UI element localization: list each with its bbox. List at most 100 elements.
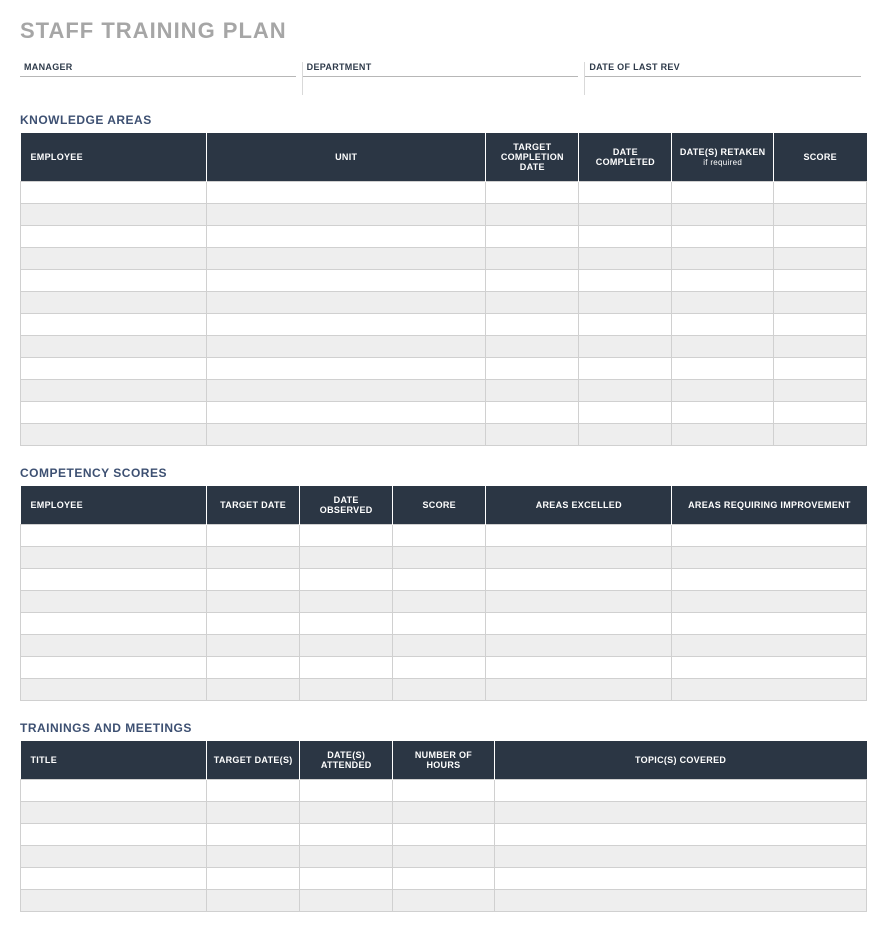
competency-cell-target_date[interactable] — [207, 591, 300, 613]
knowledge-cell-score[interactable] — [773, 336, 866, 358]
competency-cell-excelled[interactable] — [486, 525, 672, 547]
competency-cell-date_observed[interactable] — [300, 635, 393, 657]
knowledge-cell-score[interactable] — [773, 314, 866, 336]
knowledge-cell-score[interactable] — [773, 358, 866, 380]
competency-cell-excelled[interactable] — [486, 679, 672, 701]
knowledge-cell-retaken[interactable] — [672, 380, 774, 402]
meta-department-value[interactable] — [303, 77, 579, 93]
knowledge-cell-score[interactable] — [773, 292, 866, 314]
knowledge-cell-employee[interactable] — [21, 380, 207, 402]
knowledge-cell-completed[interactable] — [579, 380, 672, 402]
competency-cell-excelled[interactable] — [486, 657, 672, 679]
knowledge-cell-retaken[interactable] — [672, 358, 774, 380]
competency-cell-improvement[interactable] — [672, 613, 867, 635]
competency-cell-improvement[interactable] — [672, 547, 867, 569]
competency-cell-improvement[interactable] — [672, 679, 867, 701]
competency-cell-improvement[interactable] — [672, 657, 867, 679]
knowledge-cell-target[interactable] — [486, 182, 579, 204]
competency-cell-employee[interactable] — [21, 547, 207, 569]
knowledge-cell-score[interactable] — [773, 248, 866, 270]
knowledge-cell-retaken[interactable] — [672, 182, 774, 204]
trainings-cell-dates_attended[interactable] — [300, 890, 393, 912]
knowledge-cell-retaken[interactable] — [672, 402, 774, 424]
knowledge-cell-employee[interactable] — [21, 270, 207, 292]
competency-cell-target_date[interactable] — [207, 679, 300, 701]
trainings-cell-target_dates[interactable] — [207, 890, 300, 912]
knowledge-cell-unit[interactable] — [207, 402, 486, 424]
trainings-cell-target_dates[interactable] — [207, 824, 300, 846]
competency-cell-score[interactable] — [393, 679, 486, 701]
trainings-cell-dates_attended[interactable] — [300, 846, 393, 868]
knowledge-cell-completed[interactable] — [579, 248, 672, 270]
knowledge-cell-unit[interactable] — [207, 380, 486, 402]
knowledge-cell-score[interactable] — [773, 226, 866, 248]
trainings-cell-dates_attended[interactable] — [300, 868, 393, 890]
knowledge-cell-target[interactable] — [486, 226, 579, 248]
competency-cell-target_date[interactable] — [207, 569, 300, 591]
knowledge-cell-unit[interactable] — [207, 204, 486, 226]
knowledge-cell-retaken[interactable] — [672, 336, 774, 358]
trainings-cell-target_dates[interactable] — [207, 868, 300, 890]
knowledge-cell-unit[interactable] — [207, 336, 486, 358]
competency-cell-score[interactable] — [393, 635, 486, 657]
trainings-cell-hours[interactable] — [393, 890, 495, 912]
knowledge-cell-target[interactable] — [486, 424, 579, 446]
trainings-cell-topics[interactable] — [494, 802, 866, 824]
trainings-cell-title[interactable] — [21, 780, 207, 802]
knowledge-cell-score[interactable] — [773, 270, 866, 292]
trainings-cell-title[interactable] — [21, 846, 207, 868]
competency-cell-target_date[interactable] — [207, 657, 300, 679]
knowledge-cell-score[interactable] — [773, 424, 866, 446]
knowledge-cell-completed[interactable] — [579, 314, 672, 336]
trainings-cell-title[interactable] — [21, 868, 207, 890]
knowledge-cell-target[interactable] — [486, 248, 579, 270]
trainings-cell-hours[interactable] — [393, 824, 495, 846]
competency-cell-employee[interactable] — [21, 569, 207, 591]
competency-cell-improvement[interactable] — [672, 569, 867, 591]
knowledge-cell-employee[interactable] — [21, 248, 207, 270]
competency-cell-employee[interactable] — [21, 591, 207, 613]
knowledge-cell-employee[interactable] — [21, 314, 207, 336]
knowledge-cell-retaken[interactable] — [672, 270, 774, 292]
trainings-cell-target_dates[interactable] — [207, 780, 300, 802]
trainings-cell-target_dates[interactable] — [207, 846, 300, 868]
knowledge-cell-target[interactable] — [486, 380, 579, 402]
competency-cell-target_date[interactable] — [207, 547, 300, 569]
competency-cell-employee[interactable] — [21, 525, 207, 547]
knowledge-cell-completed[interactable] — [579, 204, 672, 226]
competency-cell-employee[interactable] — [21, 657, 207, 679]
competency-cell-target_date[interactable] — [207, 635, 300, 657]
competency-cell-score[interactable] — [393, 591, 486, 613]
knowledge-cell-unit[interactable] — [207, 270, 486, 292]
meta-dolr-value[interactable] — [585, 77, 861, 93]
competency-cell-score[interactable] — [393, 525, 486, 547]
knowledge-cell-unit[interactable] — [207, 358, 486, 380]
trainings-cell-topics[interactable] — [494, 824, 866, 846]
competency-cell-date_observed[interactable] — [300, 613, 393, 635]
knowledge-cell-retaken[interactable] — [672, 314, 774, 336]
knowledge-cell-target[interactable] — [486, 292, 579, 314]
trainings-cell-dates_attended[interactable] — [300, 824, 393, 846]
knowledge-cell-unit[interactable] — [207, 226, 486, 248]
trainings-cell-title[interactable] — [21, 890, 207, 912]
competency-cell-excelled[interactable] — [486, 591, 672, 613]
knowledge-cell-target[interactable] — [486, 402, 579, 424]
knowledge-cell-target[interactable] — [486, 204, 579, 226]
knowledge-cell-employee[interactable] — [21, 402, 207, 424]
competency-cell-improvement[interactable] — [672, 525, 867, 547]
competency-cell-target_date[interactable] — [207, 525, 300, 547]
competency-cell-date_observed[interactable] — [300, 591, 393, 613]
trainings-cell-title[interactable] — [21, 824, 207, 846]
trainings-cell-dates_attended[interactable] — [300, 802, 393, 824]
competency-cell-score[interactable] — [393, 569, 486, 591]
knowledge-cell-score[interactable] — [773, 380, 866, 402]
knowledge-cell-completed[interactable] — [579, 358, 672, 380]
knowledge-cell-target[interactable] — [486, 358, 579, 380]
knowledge-cell-completed[interactable] — [579, 292, 672, 314]
trainings-cell-topics[interactable] — [494, 846, 866, 868]
knowledge-cell-completed[interactable] — [579, 402, 672, 424]
competency-cell-date_observed[interactable] — [300, 525, 393, 547]
knowledge-cell-target[interactable] — [486, 270, 579, 292]
competency-cell-excelled[interactable] — [486, 635, 672, 657]
trainings-cell-topics[interactable] — [494, 780, 866, 802]
